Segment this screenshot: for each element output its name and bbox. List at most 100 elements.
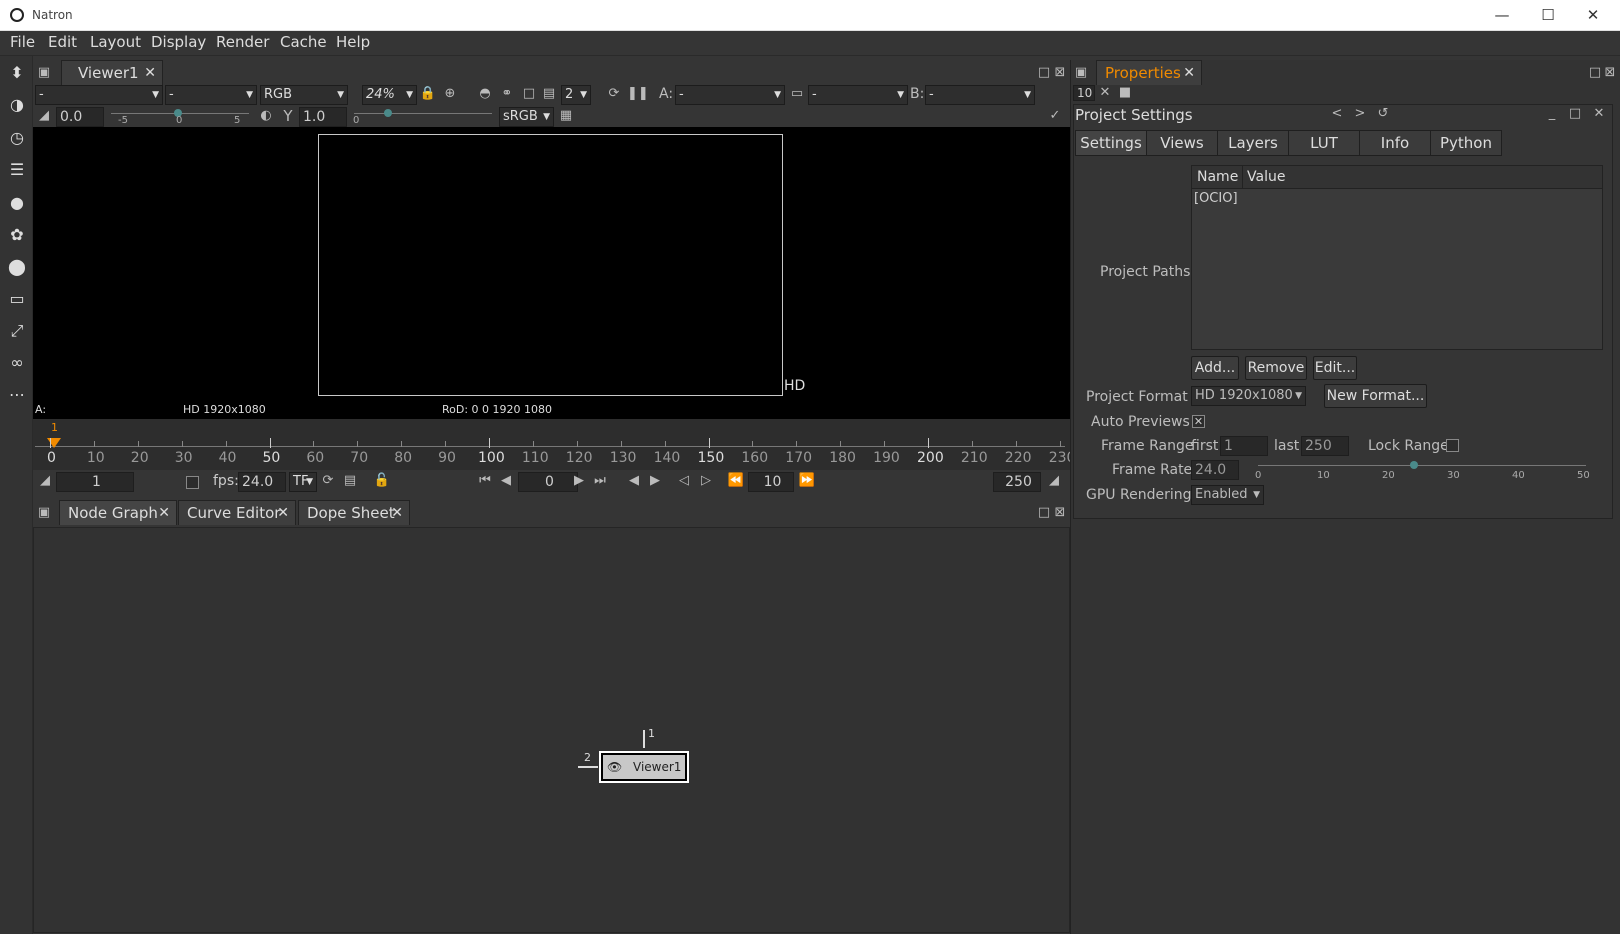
- tab-properties[interactable]: Properties ✕: [1096, 60, 1202, 85]
- tab-settings[interactable]: Settings: [1075, 130, 1147, 156]
- proxy-level-dropdown[interactable]: 2 ▼: [561, 85, 591, 105]
- zoom-dropdown[interactable]: 24% ▼: [362, 85, 417, 105]
- input-b-dropdown[interactable]: - ▼: [925, 85, 1035, 105]
- tab-layers[interactable]: Layers: [1217, 130, 1289, 156]
- first-frame-icon[interactable]: ⏮: [476, 472, 494, 490]
- current-frame-field[interactable]: 0: [518, 472, 578, 492]
- pane-menu-icon[interactable]: ▣: [35, 64, 53, 82]
- clear-panels-icon[interactable]: ✕: [1096, 84, 1114, 102]
- last-frame-icon[interactable]: ⏭: [591, 472, 609, 490]
- next-icon[interactable]: >: [1351, 105, 1369, 123]
- close-panel-icon[interactable]: ✕: [1590, 105, 1608, 123]
- proxy-mode-icon[interactable]: ⚭: [498, 85, 516, 103]
- viewer1-node[interactable]: 👁 Viewer1: [599, 751, 689, 783]
- tab-lut[interactable]: LUT: [1288, 130, 1360, 156]
- column-header-value[interactable]: Value: [1247, 169, 1285, 185]
- menu-cache[interactable]: Cache: [280, 33, 327, 51]
- other-tools-icon[interactable]: ⋯: [7, 385, 27, 405]
- gain-toggle-icon[interactable]: ◢: [35, 107, 53, 125]
- forward-increment-icon[interactable]: ⏩: [798, 472, 816, 490]
- menu-render[interactable]: Render: [216, 33, 269, 51]
- gamma-field[interactable]: 1.0: [299, 107, 347, 127]
- render-scale-icon[interactable]: ▤: [540, 85, 558, 103]
- tab-info[interactable]: Info: [1359, 130, 1431, 156]
- clip-to-format-icon[interactable]: ◓: [476, 85, 494, 103]
- play-backward-icon[interactable]: ◀: [497, 472, 515, 490]
- gain-field[interactable]: 0.0: [56, 107, 104, 127]
- transform-tools-icon[interactable]: ⤢: [7, 321, 27, 341]
- close-tab-icon[interactable]: ✕: [144, 61, 156, 85]
- first-frame-field[interactable]: 1: [1220, 436, 1268, 456]
- minimize-panels-icon[interactable]: ■: [1116, 84, 1134, 102]
- alpha-channel-dropdown[interactable]: - ▼: [165, 85, 257, 105]
- tab-dope-sheet[interactable]: Dope Sheet ✕: [298, 500, 410, 525]
- frame-rate-field[interactable]: 24.0: [1191, 460, 1239, 480]
- colorspace-dropdown[interactable]: sRGB ▼: [499, 107, 554, 127]
- pause-icon[interactable]: ❚❚: [627, 85, 649, 103]
- auto-previews-checkbox[interactable]: ✕: [1192, 415, 1205, 428]
- column-header-name[interactable]: Name: [1197, 169, 1238, 185]
- menu-file[interactable]: File: [10, 33, 35, 51]
- table-row[interactable]: [OCIO]: [1194, 191, 1238, 206]
- tab-views[interactable]: Views: [1146, 130, 1218, 156]
- turbo-checkbox[interactable]: [186, 476, 199, 489]
- previous-icon[interactable]: <: [1328, 105, 1346, 123]
- refresh-icon[interactable]: ⟳: [605, 85, 623, 103]
- image-tools-icon[interactable]: ⬍: [7, 63, 27, 83]
- close-properties-pane-icon[interactable]: ⊠: [1601, 64, 1619, 82]
- gpu-rendering-dropdown[interactable]: Enabled ▼: [1191, 485, 1264, 505]
- next-frame-icon[interactable]: ▶: [646, 472, 664, 490]
- menu-display[interactable]: Display: [151, 33, 206, 51]
- gamma-toggle[interactable]: Y: [279, 107, 297, 125]
- tab-viewer1[interactable]: Viewer1 ✕: [61, 60, 163, 85]
- close-properties-icon[interactable]: ✕: [1183, 61, 1195, 85]
- project-paths-table[interactable]: Name Value [OCIO]: [1191, 165, 1603, 350]
- menu-help[interactable]: Help: [336, 33, 370, 51]
- refresh-zoom-icon[interactable]: ⊕: [441, 85, 459, 103]
- lock-range-checkbox[interactable]: [1446, 439, 1459, 452]
- new-format-button[interactable]: New Format...: [1324, 384, 1427, 408]
- float-panel-icon[interactable]: □: [1566, 105, 1584, 123]
- region-of-interest-icon[interactable]: □: [520, 85, 538, 103]
- tab-node-graph[interactable]: Node Graph ✕: [59, 500, 177, 525]
- close-curve-editor-icon[interactable]: ✕: [277, 501, 289, 525]
- playback-mode-icon[interactable]: ⟳: [319, 472, 337, 490]
- audio-icon[interactable]: ▤: [341, 472, 359, 490]
- paint-tools-icon[interactable]: ◑: [7, 95, 27, 115]
- layer-dropdown[interactable]: - ▼: [35, 85, 163, 105]
- tab-curve-editor[interactable]: Curve Editor ✕: [178, 500, 296, 525]
- close-bottom-pane-icon[interactable]: ⊠: [1051, 504, 1069, 522]
- end-frame-field[interactable]: 250: [993, 472, 1041, 492]
- keyer-tools-icon[interactable]: ⬤: [7, 257, 27, 277]
- lock-icon[interactable]: 🔒: [419, 85, 437, 103]
- project-format-dropdown[interactable]: HD 1920x1080 ▼: [1191, 386, 1306, 406]
- frame-increment-field[interactable]: 10: [748, 472, 794, 492]
- maximize-icon[interactable]: ☐: [1537, 4, 1559, 26]
- set-start-icon[interactable]: ◢: [36, 472, 54, 490]
- menu-layout[interactable]: Layout: [90, 33, 141, 51]
- restore-defaults-icon[interactable]: ↺: [1374, 105, 1392, 123]
- gamma-slider[interactable]: 0: [349, 107, 497, 127]
- menu-edit[interactable]: Edit: [48, 33, 77, 51]
- add-path-button[interactable]: Add...: [1191, 356, 1239, 380]
- display-channels-dropdown[interactable]: RGB ▼: [260, 85, 348, 105]
- node-graph-canvas[interactable]: [33, 527, 1070, 933]
- max-panels-field[interactable]: 10: [1073, 85, 1095, 101]
- auto-contrast-icon[interactable]: ◐: [257, 107, 275, 125]
- close-window-icon[interactable]: ✕: [1582, 4, 1604, 26]
- properties-pane-menu-icon[interactable]: ▣: [1072, 64, 1090, 82]
- input-a-dropdown[interactable]: - ▼: [675, 85, 785, 105]
- filter-tools-icon[interactable]: ✿: [7, 225, 27, 245]
- tab-python[interactable]: Python: [1430, 130, 1502, 156]
- set-end-icon[interactable]: ◢: [1045, 472, 1063, 490]
- play-forward-icon[interactable]: ▶: [570, 472, 588, 490]
- merge-tools-icon[interactable]: ▭: [7, 289, 27, 309]
- start-frame-field[interactable]: 1: [56, 472, 134, 492]
- last-frame-field[interactable]: 250: [1301, 436, 1349, 456]
- color-picker-icon[interactable]: ✓: [1046, 107, 1064, 125]
- minimize-panel-icon[interactable]: _: [1543, 105, 1561, 123]
- channel-tools-icon[interactable]: ☰: [7, 160, 27, 180]
- fps-field[interactable]: 24.0: [238, 472, 286, 492]
- minimize-icon[interactable]: —: [1491, 4, 1513, 26]
- close-dope-sheet-icon[interactable]: ✕: [391, 501, 403, 525]
